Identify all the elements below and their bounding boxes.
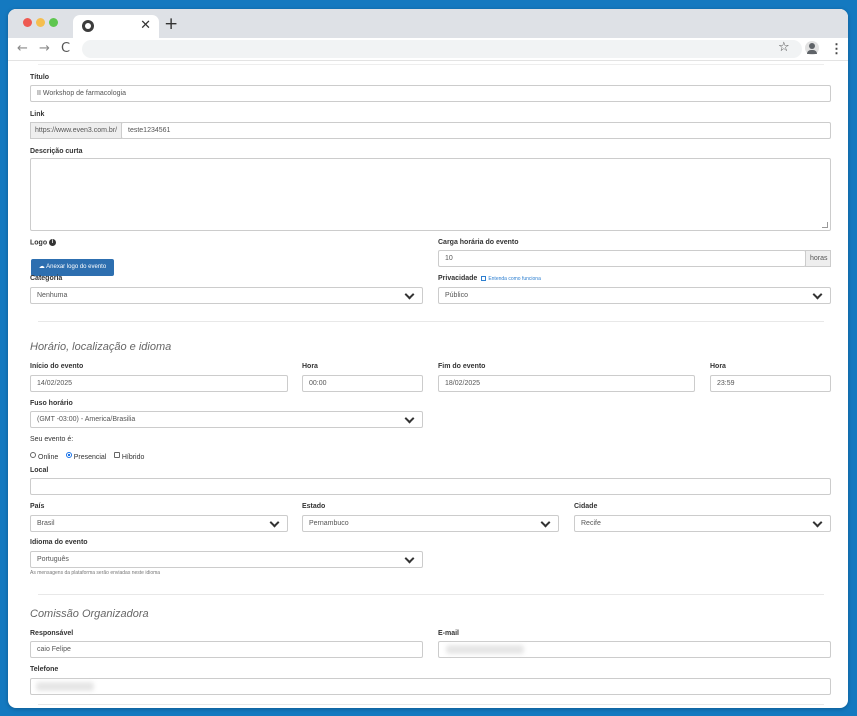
page-content: Título II Workshop de farmacologia Link …	[8, 61, 848, 708]
descricao-label: Descrição curta	[30, 148, 83, 155]
divider	[38, 704, 824, 705]
fim-label: Fim do evento	[438, 363, 486, 370]
responsavel-input[interactable]: caio Felipe	[30, 641, 423, 658]
cloud-upload-icon: ☁	[38, 264, 45, 270]
redacted-email	[446, 645, 524, 654]
close-window-button[interactable]	[23, 18, 32, 27]
idioma-label: Idioma do evento	[30, 539, 88, 546]
carga-label: Carga horária do evento	[438, 239, 519, 246]
hora-fim-input[interactable]: 23:59	[710, 375, 831, 392]
cidade-select[interactable]: Recife	[574, 515, 831, 532]
section-title-comissao: Comissão Organizadora	[30, 608, 149, 620]
upload-logo-button[interactable]: ☁ Anexar logo do evento	[31, 259, 114, 276]
back-arrow-icon[interactable]: ←	[17, 41, 28, 56]
estado-label: Estado	[302, 503, 326, 510]
privacidade-label-text: Privacidade	[438, 275, 478, 282]
hora-inicio-input[interactable]: 00:00	[302, 375, 423, 392]
pais-label: País	[30, 503, 45, 510]
fuso-select[interactable]: (GMT -03:00) - America/Brasilia	[30, 411, 423, 428]
profile-avatar-icon[interactable]	[805, 41, 819, 55]
categoria-label: Categoria	[30, 275, 63, 282]
hibrido-label: Híbrido	[121, 454, 145, 461]
hora-fim-label: Hora	[710, 363, 726, 370]
info-icon[interactable]: i	[49, 239, 57, 246]
fim-input[interactable]: 18/02/2025	[438, 375, 695, 392]
logo-label-text: Logo	[30, 239, 48, 247]
resize-handle[interactable]	[822, 222, 828, 228]
redacted-telefone	[36, 682, 94, 691]
telefone-label: Telefone	[30, 666, 59, 673]
inicio-label: Início do evento	[30, 363, 84, 370]
link-input[interactable]: teste1234561	[121, 122, 831, 139]
modalidade-radio-group: Online Presencial Híbrido	[30, 446, 147, 464]
presencial-radio[interactable]	[65, 451, 72, 458]
bookmark-star-icon[interactable]: ☆	[778, 40, 790, 55]
estado-select[interactable]: Pernambuco	[302, 515, 559, 532]
online-label: Online	[38, 454, 59, 461]
tab-close-icon[interactable]: ✕	[140, 18, 151, 33]
privacidade-label: Privacidade Entenda como funciona	[438, 275, 541, 282]
maximize-window-button[interactable]	[49, 18, 58, 27]
titulo-label: Título	[30, 74, 50, 81]
browser-toolbar: ← → C ☆ ⋮	[8, 38, 848, 61]
link-label: Link	[30, 111, 45, 118]
privacidade-select[interactable]: Público	[438, 287, 831, 304]
minimize-window-button[interactable]	[36, 18, 45, 27]
pais-select[interactable]: Brasil	[30, 515, 288, 532]
idioma-hint: As mensagens da plataforma serão enviada…	[30, 570, 161, 576]
titulo-input[interactable]: II Workshop de farmacologia	[30, 85, 831, 102]
chrome-icon	[82, 20, 94, 32]
presencial-label: Presencial	[73, 454, 107, 461]
address-bar[interactable]	[82, 40, 802, 58]
browser-tab[interactable]: ✕	[73, 15, 159, 38]
logo-label: Logo i	[30, 239, 57, 247]
tab-bar: ✕ +	[8, 9, 848, 38]
local-label: Local	[30, 467, 49, 474]
new-tab-button[interactable]: +	[164, 14, 178, 34]
cidade-label: Cidade	[574, 503, 598, 510]
divider	[38, 594, 824, 595]
carga-input[interactable]: 10	[438, 250, 806, 267]
divider	[38, 64, 824, 65]
privacidade-help-link[interactable]: Entenda como funciona	[488, 276, 541, 282]
descricao-textarea[interactable]	[30, 158, 831, 231]
idioma-select[interactable]: Português	[30, 551, 423, 568]
hora-inicio-label: Hora	[302, 363, 318, 370]
browser-window: ✕ + ← → C ☆ ⋮ Título II Workshop de farm…	[8, 9, 848, 708]
section-title-horario: Horário, localização e idioma	[30, 341, 172, 353]
online-radio[interactable]	[30, 451, 36, 458]
inicio-input[interactable]: 14/02/2025	[30, 375, 288, 392]
telefone-input[interactable]	[30, 678, 831, 695]
external-link-icon	[481, 275, 487, 281]
kebab-menu-icon[interactable]: ⋮	[830, 41, 843, 57]
hibrido-checkbox[interactable]	[113, 451, 120, 458]
responsavel-label: Responsável	[30, 630, 74, 637]
email-label: E-mail	[438, 630, 460, 637]
carga-unit: horas	[805, 250, 831, 267]
modalidade-label: Seu evento é:	[30, 436, 74, 443]
upload-logo-label: Anexar logo do evento	[46, 264, 107, 270]
reload-icon[interactable]: C	[61, 41, 70, 56]
fuso-label: Fuso horário	[30, 400, 73, 407]
categoria-select[interactable]: Nenhuma	[30, 287, 423, 304]
link-prefix: https://www.even3.com.br/	[30, 122, 122, 139]
divider	[38, 321, 824, 322]
local-input[interactable]	[30, 478, 831, 495]
forward-arrow-icon[interactable]: →	[39, 41, 50, 56]
